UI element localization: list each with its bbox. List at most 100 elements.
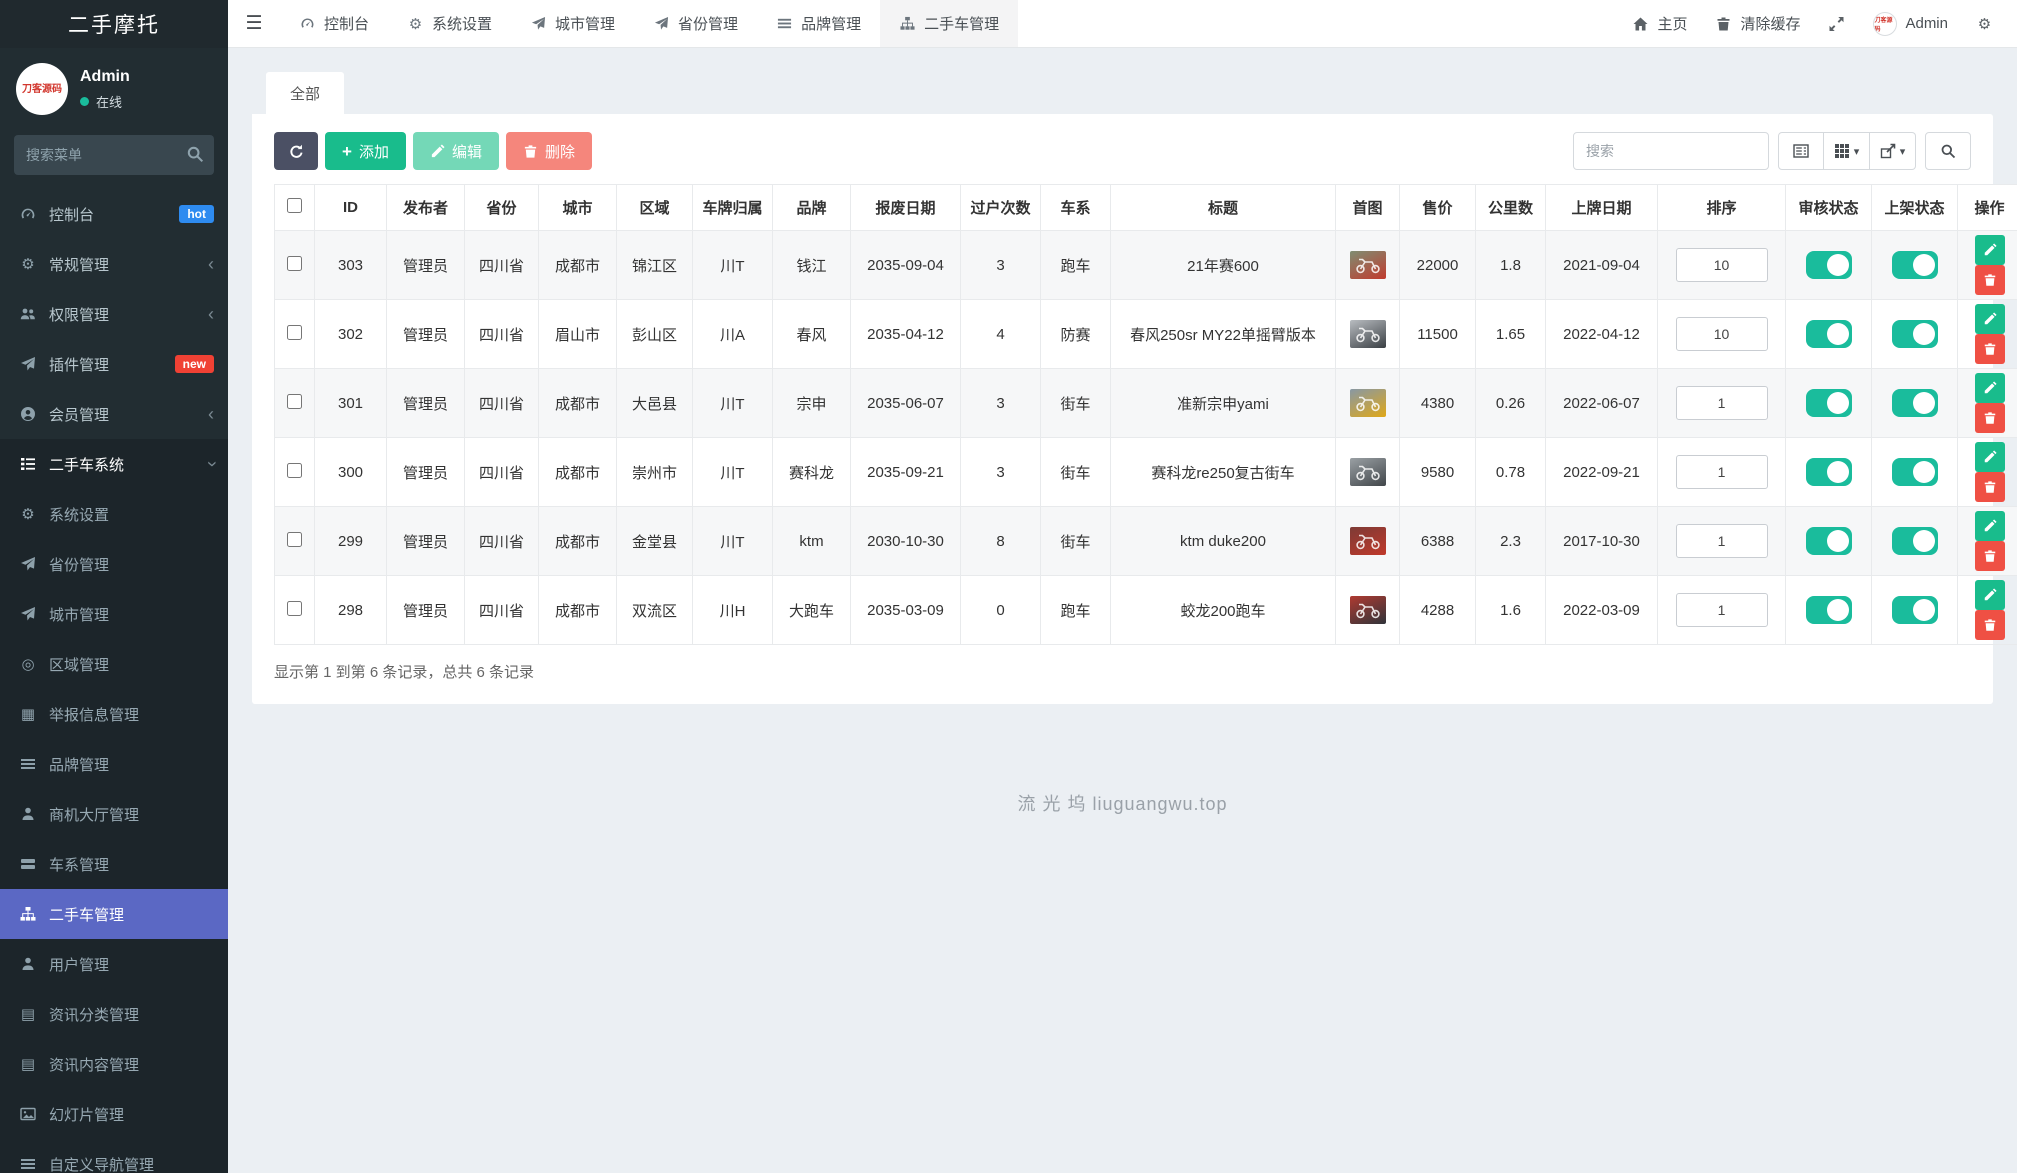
sidebar-item-custom-nav[interactable]: 自定义导航管理 bbox=[0, 1139, 228, 1173]
row-checkbox[interactable] bbox=[287, 256, 302, 271]
select-all-checkbox[interactable] bbox=[287, 198, 302, 213]
row-checkbox[interactable] bbox=[287, 463, 302, 478]
shelf-toggle[interactable] bbox=[1892, 458, 1938, 486]
shelf-toggle[interactable] bbox=[1892, 251, 1938, 279]
sidebar-item-dashboard[interactable]: 控制台hot bbox=[0, 189, 228, 239]
clear-cache-link[interactable]: 清除缓存 bbox=[1701, 0, 1814, 47]
cell-price: 4288 bbox=[1400, 576, 1476, 645]
edit-row-button[interactable] bbox=[1975, 511, 2005, 541]
row-thumbnail[interactable] bbox=[1350, 527, 1386, 555]
cell-publisher: 管理员 bbox=[387, 576, 465, 645]
row-checkbox[interactable] bbox=[287, 532, 302, 547]
gear-icon: ⚙ bbox=[18, 506, 38, 522]
pencil-icon bbox=[1983, 588, 1997, 602]
sidebar-item-permission[interactable]: 权限管理‹ bbox=[0, 289, 228, 339]
toggle-knob bbox=[1913, 323, 1935, 345]
export-button[interactable]: ▾ bbox=[1870, 132, 1916, 170]
tab-province[interactable]: 省份管理 bbox=[634, 0, 757, 47]
tab-city[interactable]: 城市管理 bbox=[511, 0, 634, 47]
delete-button[interactable]: 删除 bbox=[506, 132, 592, 170]
sidebar-item-news-content[interactable]: ▤资讯内容管理 bbox=[0, 1039, 228, 1089]
delete-row-button[interactable] bbox=[1975, 265, 2005, 295]
row-checkbox[interactable] bbox=[287, 394, 302, 409]
cell-reg-date: 2022-03-09 bbox=[1546, 576, 1658, 645]
columns-button[interactable]: ▾ bbox=[1824, 132, 1870, 170]
edit-row-button[interactable] bbox=[1975, 373, 2005, 403]
chevron-left-icon: ‹ bbox=[208, 255, 214, 273]
search-button[interactable] bbox=[1925, 132, 1971, 170]
row-thumbnail[interactable] bbox=[1350, 320, 1386, 348]
row-thumbnail[interactable] bbox=[1350, 458, 1386, 486]
shelf-toggle[interactable] bbox=[1892, 527, 1938, 555]
row-checkbox[interactable] bbox=[287, 601, 302, 616]
sidebar-item-slideshow[interactable]: 幻灯片管理 bbox=[0, 1089, 228, 1139]
sidebar-item-report-info[interactable]: ▦举报信息管理 bbox=[0, 689, 228, 739]
row-thumbnail[interactable] bbox=[1350, 389, 1386, 417]
navbar-user[interactable]: 刀客源码 Admin bbox=[1859, 0, 1962, 47]
delete-row-button[interactable] bbox=[1975, 541, 2005, 571]
sidebar-toggle-button[interactable]: ☰ bbox=[228, 0, 280, 47]
sort-input[interactable] bbox=[1676, 524, 1768, 558]
sidebar-item-province[interactable]: 省份管理 bbox=[0, 539, 228, 589]
delete-row-button[interactable] bbox=[1975, 610, 2005, 640]
sidebar-item-user[interactable]: 用户管理 bbox=[0, 939, 228, 989]
edit-button[interactable]: 编辑 bbox=[413, 132, 499, 170]
tab-all[interactable]: 全部 bbox=[266, 72, 344, 114]
audit-toggle[interactable] bbox=[1806, 527, 1852, 555]
sidebar-search-input[interactable] bbox=[14, 135, 214, 175]
audit-toggle[interactable] bbox=[1806, 320, 1852, 348]
refresh-button[interactable] bbox=[274, 132, 318, 170]
add-button[interactable]: + 添加 bbox=[325, 132, 406, 170]
home-link[interactable]: 主页 bbox=[1618, 0, 1701, 47]
sidebar-item-usedcar-system[interactable]: 二手车系统‹ bbox=[0, 439, 228, 489]
sidebar-item-general[interactable]: ⚙常规管理‹ bbox=[0, 239, 228, 289]
cell-sort bbox=[1658, 576, 1786, 645]
sidebar-item-usedcar[interactable]: 二手车管理 bbox=[0, 889, 228, 939]
tab-brand[interactable]: 品牌管理 bbox=[757, 0, 880, 47]
tab-usedcar[interactable]: 二手车管理 bbox=[880, 0, 1018, 47]
shelf-toggle[interactable] bbox=[1892, 596, 1938, 624]
cell-plate: 川T bbox=[693, 231, 773, 300]
sidebar-item-district[interactable]: ◎区域管理 bbox=[0, 639, 228, 689]
tab-system-settings[interactable]: ⚙系统设置 bbox=[388, 0, 511, 47]
sidebar-item-city[interactable]: 城市管理 bbox=[0, 589, 228, 639]
sort-input[interactable] bbox=[1676, 317, 1768, 351]
caret-down-icon: ▾ bbox=[1900, 145, 1906, 158]
settings-button[interactable]: ⚙ bbox=[1962, 0, 2007, 47]
delete-row-button[interactable] bbox=[1975, 334, 2005, 364]
audit-toggle[interactable] bbox=[1806, 251, 1852, 279]
audit-toggle[interactable] bbox=[1806, 389, 1852, 417]
delete-row-button[interactable] bbox=[1975, 403, 2005, 433]
sidebar-item-system-settings[interactable]: ⚙系统设置 bbox=[0, 489, 228, 539]
sidebar-item-plugin[interactable]: 插件管理new bbox=[0, 339, 228, 389]
row-thumbnail[interactable] bbox=[1350, 596, 1386, 624]
sort-input[interactable] bbox=[1676, 593, 1768, 627]
cell-district: 双流区 bbox=[617, 576, 693, 645]
row-thumbnail[interactable] bbox=[1350, 251, 1386, 279]
cell-reg-date: 2021-09-04 bbox=[1546, 231, 1658, 300]
sidebar-item-member[interactable]: 会员管理‹ bbox=[0, 389, 228, 439]
sidebar-item-business-hall[interactable]: 商机大厅管理 bbox=[0, 789, 228, 839]
edit-row-button[interactable] bbox=[1975, 580, 2005, 610]
sidebar-item-news-category[interactable]: ▤资讯分类管理 bbox=[0, 989, 228, 1039]
sidebar-item-series[interactable]: 车系管理 bbox=[0, 839, 228, 889]
fullscreen-button[interactable] bbox=[1814, 0, 1859, 47]
audit-toggle[interactable] bbox=[1806, 596, 1852, 624]
shelf-toggle[interactable] bbox=[1892, 389, 1938, 417]
edit-row-button[interactable] bbox=[1975, 304, 2005, 334]
shelf-toggle[interactable] bbox=[1892, 320, 1938, 348]
edit-row-button[interactable] bbox=[1975, 235, 2005, 265]
sort-input[interactable] bbox=[1676, 455, 1768, 489]
row-checkbox[interactable] bbox=[287, 325, 302, 340]
sidebar-item-brand[interactable]: 品牌管理 bbox=[0, 739, 228, 789]
edit-row-button[interactable] bbox=[1975, 442, 2005, 472]
audit-toggle[interactable] bbox=[1806, 458, 1852, 486]
tab-dashboard[interactable]: 控制台 bbox=[280, 0, 388, 47]
sort-input[interactable] bbox=[1676, 248, 1768, 282]
sort-input[interactable] bbox=[1676, 386, 1768, 420]
cell-publisher: 管理员 bbox=[387, 300, 465, 369]
delete-row-button[interactable] bbox=[1975, 472, 2005, 502]
detail-view-button[interactable] bbox=[1778, 132, 1824, 170]
search-icon bbox=[1940, 143, 1956, 159]
table-search-input[interactable] bbox=[1573, 132, 1769, 170]
